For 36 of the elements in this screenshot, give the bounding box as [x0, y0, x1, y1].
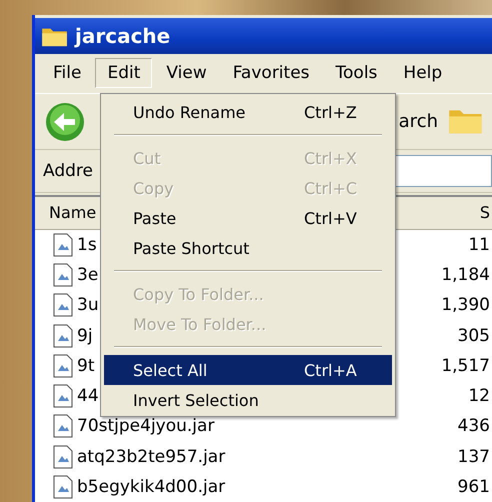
file-icon [53, 474, 73, 499]
menu-item[interactable]: Tools [324, 58, 390, 88]
menu-option[interactable]: Undo Rename Ctrl+Z [104, 97, 392, 127]
file-icon [53, 263, 73, 288]
menu-option[interactable]: Invert Selection [104, 385, 392, 415]
file-size: 12 [468, 386, 491, 406]
menu-item[interactable]: Help [391, 58, 454, 88]
address-label: Addre [43, 161, 93, 182]
file-size: 1,517 [441, 356, 491, 376]
menu-item[interactable]: Edit [95, 58, 152, 88]
file-size: 436 [458, 416, 491, 436]
window-title: jarcache [75, 24, 170, 48]
file-icon [53, 354, 73, 378]
file-size: 11 [468, 234, 491, 255]
file-name[interactable]: atq23b2te957.jar [77, 446, 458, 467]
file-size: 305 [458, 326, 491, 346]
file-icon [53, 384, 73, 408]
file-size: 1,390 [441, 295, 491, 316]
file-size: 961 [458, 476, 491, 497]
file-name[interactable]: b5egykik4d00.jar [77, 476, 458, 497]
file-icon [53, 414, 73, 438]
menu-item[interactable]: Favorites [220, 58, 322, 88]
file-name[interactable]: 70stjpe4jyou.jar [77, 416, 458, 436]
file-icon [53, 444, 73, 469]
file-icon [53, 293, 73, 318]
menu-option[interactable]: Select All Ctrl+A [104, 355, 392, 385]
file-icon [53, 232, 73, 257]
file-size: 1,184 [441, 265, 491, 286]
search-label[interactable]: arch [398, 111, 438, 132]
column-header[interactable]: S [480, 203, 492, 222]
file-icon [53, 324, 73, 348]
menu-option[interactable]: Paste Shortcut [104, 233, 392, 263]
menu-item[interactable]: View [154, 58, 219, 88]
file-size: 137 [458, 446, 491, 467]
menu-option[interactable]: Paste Ctrl+V [104, 203, 392, 233]
menu-item[interactable]: File [41, 58, 94, 88]
